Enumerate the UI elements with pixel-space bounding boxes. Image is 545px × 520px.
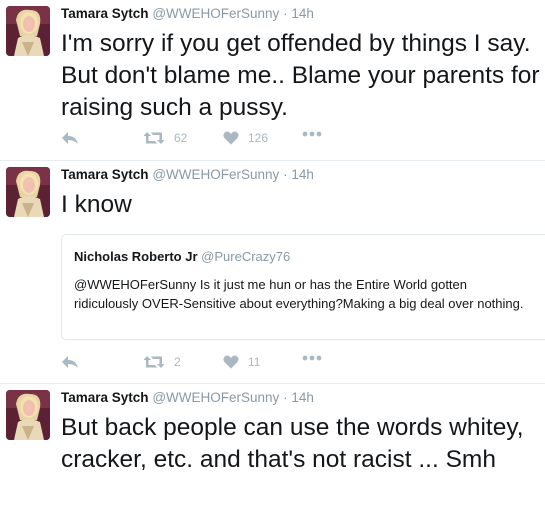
more-button[interactable] [302, 131, 322, 137]
reply-arrow-icon [62, 132, 78, 144]
timestamp[interactable]: 14h [291, 390, 314, 405]
tweet-text: I'm sorry if you get offended by things … [61, 30, 540, 121]
author-name[interactable]: Tamara Sytch [61, 390, 149, 405]
retweet-button[interactable]: 62 [143, 131, 187, 145]
reply-button[interactable] [61, 131, 79, 145]
tweet-2[interactable]: Tamara Sytch @WWEHOFerSunny · 14h I know… [0, 161, 545, 383]
tweet-text: I know [61, 191, 132, 218]
heart-icon [223, 131, 239, 145]
retweet-count: 62 [174, 131, 188, 145]
avatar[interactable] [6, 390, 50, 440]
like-count: 11 [248, 355, 261, 369]
retweet-count: 2 [174, 355, 181, 369]
avatar[interactable] [6, 167, 50, 217]
separator-dot: · [283, 167, 288, 182]
avatar[interactable] [6, 6, 50, 56]
quoted-tweet-text: @WWEHOFerSunny Is it just me hun or has … [74, 277, 524, 311]
like-count: 126 [248, 131, 269, 145]
timestamp[interactable]: 14h [291, 6, 314, 21]
author-name[interactable]: Tamara Sytch [61, 6, 149, 21]
tweet-header: Tamara Sytch @WWEHOFerSunny · 14h [61, 390, 314, 405]
tweet-text: But back people can use the words whitey… [61, 414, 524, 473]
author-name[interactable]: Tamara Sytch [61, 167, 149, 182]
heart-icon [223, 355, 239, 369]
reply-arrow-icon [62, 356, 78, 368]
retweet-icon [143, 132, 165, 144]
quoted-tweet[interactable]: Nicholas Roberto Jr @PureCrazy76 @WWEHOF… [61, 234, 545, 340]
timestamp[interactable]: 14h [291, 167, 314, 182]
more-dots-icon [302, 131, 322, 137]
like-button[interactable]: 11 [223, 355, 260, 369]
retweet-icon [143, 356, 165, 368]
separator-dot: · [283, 6, 288, 21]
separator-dot: · [283, 390, 288, 405]
more-dots-icon [302, 355, 322, 361]
reply-button[interactable] [61, 355, 79, 369]
author-handle[interactable]: @WWEHOFerSunny [152, 6, 279, 21]
more-button[interactable] [302, 355, 322, 361]
quoted-author-name[interactable]: Nicholas Roberto Jr [74, 249, 198, 264]
author-handle[interactable]: @WWEHOFerSunny [152, 390, 279, 405]
tweet-header: Tamara Sytch @WWEHOFerSunny · 14h [61, 6, 314, 21]
like-button[interactable]: 126 [223, 131, 268, 145]
author-handle[interactable]: @WWEHOFerSunny [152, 167, 279, 182]
tweet-3[interactable]: Tamara Sytch @WWEHOFerSunny · 14h But ba… [0, 384, 545, 520]
quoted-author-handle[interactable]: @PureCrazy76 [201, 249, 290, 264]
quoted-tweet-header: Nicholas Roberto Jr @PureCrazy76 [74, 249, 290, 264]
retweet-button[interactable]: 2 [143, 355, 181, 369]
tweet-header: Tamara Sytch @WWEHOFerSunny · 14h [61, 167, 314, 182]
tweet-1[interactable]: Tamara Sytch @WWEHOFerSunny · 14h I'm so… [0, 0, 545, 160]
